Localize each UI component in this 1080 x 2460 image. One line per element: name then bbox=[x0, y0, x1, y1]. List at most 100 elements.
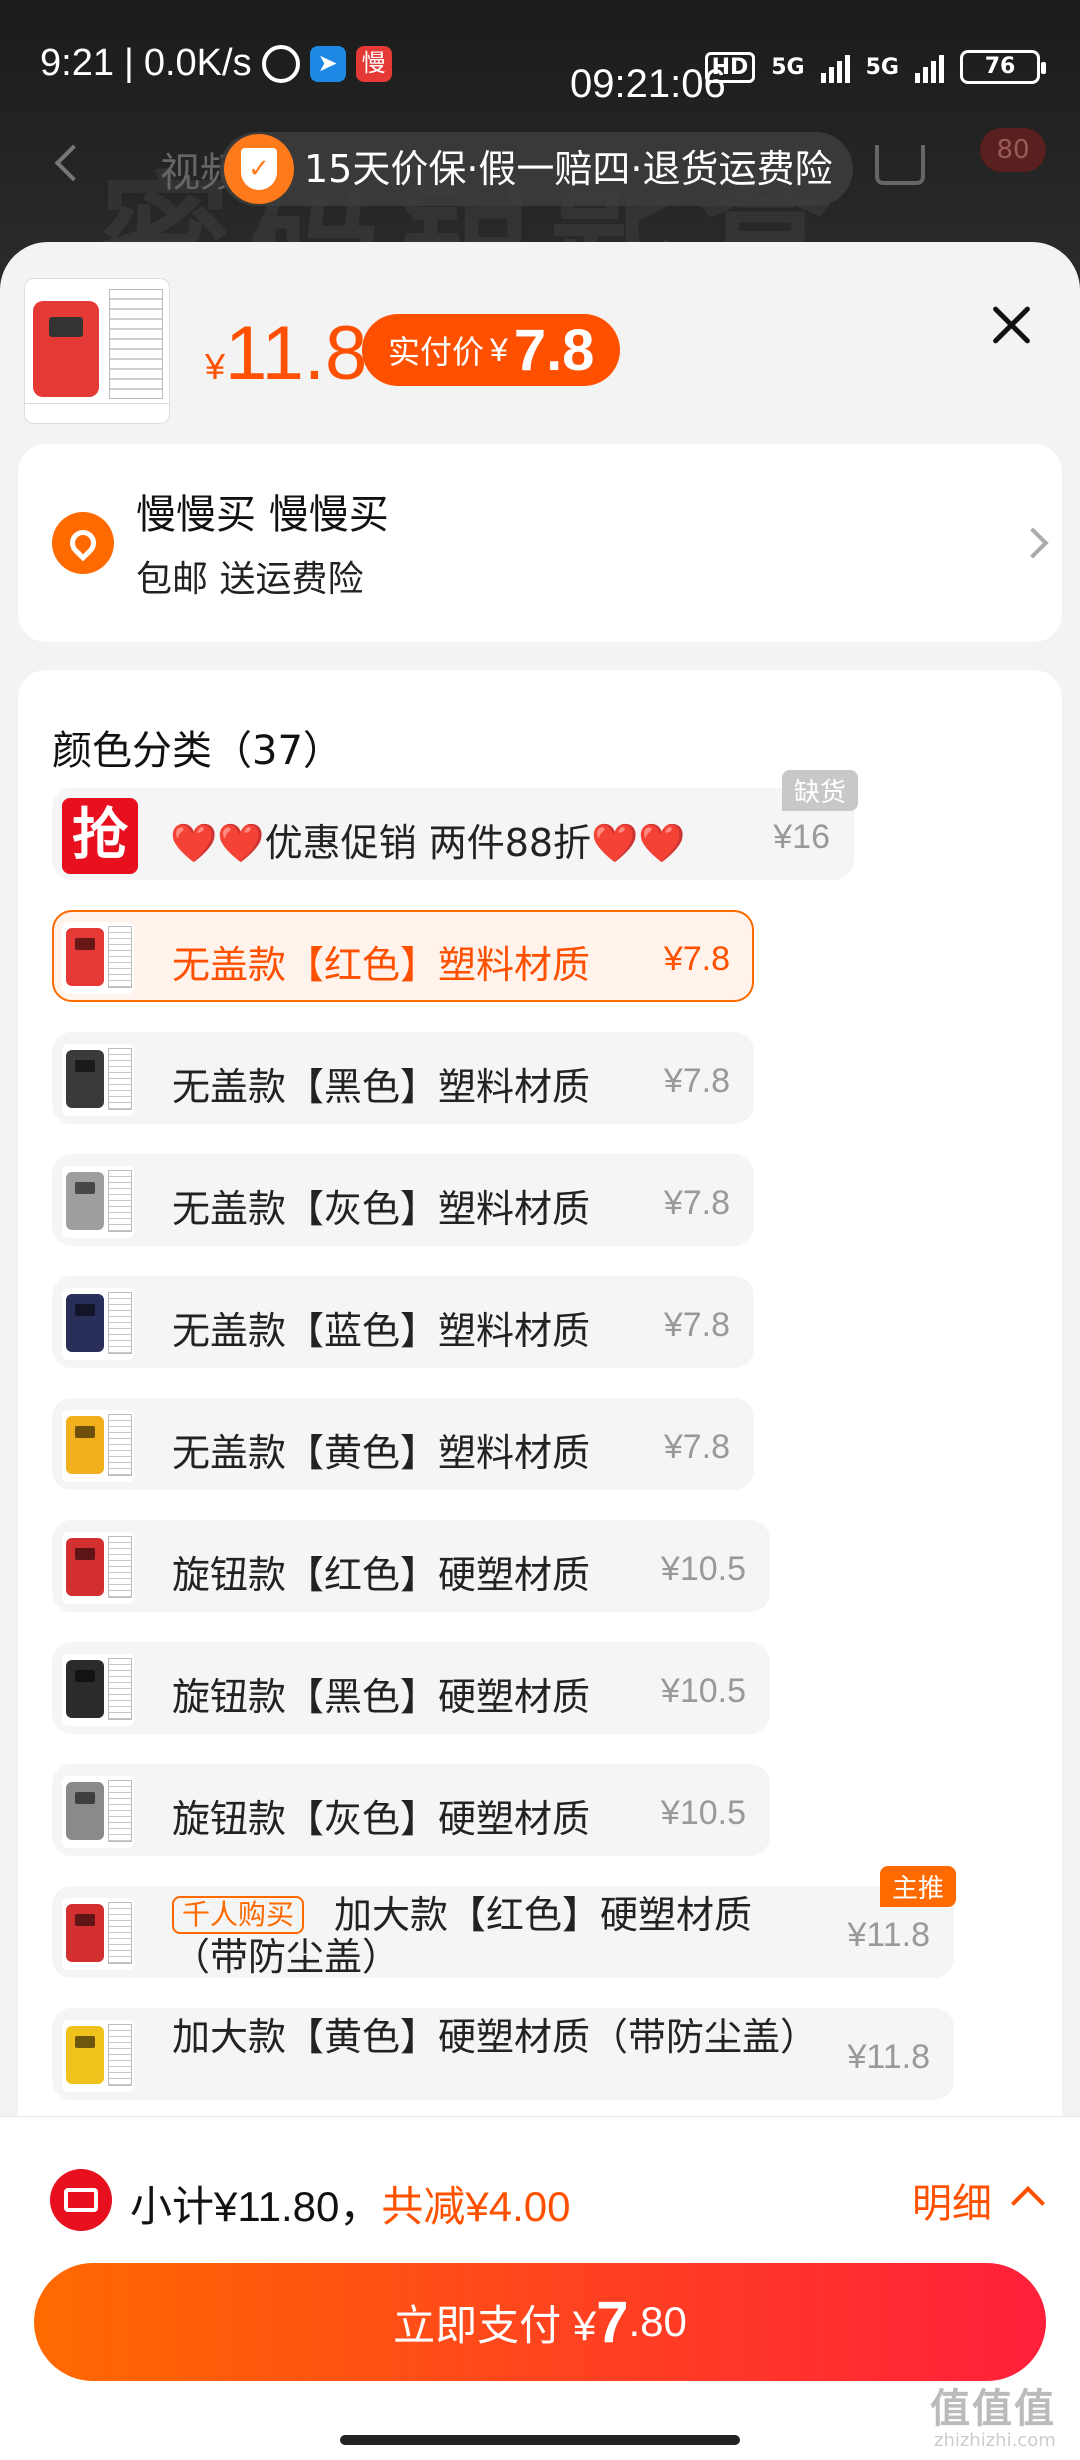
discount-amount: 共减¥4.00 bbox=[381, 2183, 571, 2230]
sku-option-6[interactable]: 旋钮款【红色】硬塑材质 ¥10.5 bbox=[52, 1520, 770, 1612]
sku-option-price: ¥16 bbox=[773, 818, 830, 856]
chevron-right-icon bbox=[1017, 527, 1049, 559]
product-price: ¥11.8 bbox=[205, 310, 367, 397]
sku-section-title: 颜色分类（37） bbox=[52, 728, 343, 774]
product-thumbnail[interactable] bbox=[24, 278, 170, 424]
cart-icon bbox=[875, 145, 925, 185]
sku-option-price: ¥11.8 bbox=[847, 1916, 930, 1954]
sku-option-price: ¥7.8 bbox=[663, 940, 730, 978]
checkout-bar: 小计¥11.80，共减¥4.00 明细 立即支付 ¥7.80 bbox=[0, 2116, 1080, 2460]
sku-option-label: 旋钮款【黑色】硬塑材质 bbox=[172, 1675, 591, 1719]
status-left: 9:21 | 0.0K/s ➤ 慢 bbox=[40, 42, 392, 85]
sku-option-label: 无盖款【灰色】塑料材质 bbox=[172, 1187, 591, 1231]
sku-option-promo[interactable]: 抢 ❤️❤️优惠促销 两件88折❤️❤️ ¥16 缺货 bbox=[52, 770, 858, 880]
site-watermark-url: zhizhizhi.com bbox=[934, 2430, 1056, 2451]
sku-option-price: ¥10.5 bbox=[660, 1672, 746, 1710]
guarantee-banner: ✓ 15天价保·假一赔四·退货运费险 bbox=[220, 132, 853, 206]
status-time: 9:21 bbox=[40, 42, 114, 84]
sku-option-9[interactable]: 千人购买 加大款【红色】硬塑材质（带防尘盖） ¥11.8 主推 bbox=[52, 1866, 956, 1978]
product-image-box bbox=[33, 301, 99, 397]
site-watermark-logo: 值值值 bbox=[930, 2386, 1056, 2432]
sku-thumbnail bbox=[62, 1532, 134, 1604]
subtotal-text: 小计¥11.80，共减¥4.00 bbox=[130, 2173, 570, 2234]
pay-button-amount-int: 7 bbox=[596, 2289, 629, 2355]
location-icon bbox=[52, 512, 114, 574]
sku-thumbnail bbox=[62, 1166, 134, 1238]
sku-option-label: 旋钮款【灰色】硬塑材质 bbox=[172, 1797, 591, 1841]
coupon-icon bbox=[50, 2169, 112, 2231]
sku-option-5[interactable]: 无盖款【黄色】塑料材质 ¥7.8 bbox=[52, 1398, 754, 1490]
hd-icon: HD bbox=[704, 51, 756, 83]
sku-thumbnail bbox=[62, 1044, 134, 1116]
sku-option-label: ❤️❤️优惠促销 两件88折❤️❤️ bbox=[170, 821, 686, 865]
sku-option-label: 无盖款【黄色】塑料材质 bbox=[172, 1431, 591, 1475]
recommended-badge: 主推 bbox=[879, 1866, 956, 1907]
sku-option-label: 无盖款【红色】塑料材质 bbox=[172, 943, 591, 987]
sku-option-1[interactable]: 无盖款【红色】塑料材质 ¥7.8 bbox=[52, 910, 754, 1002]
battery-icon: 76 bbox=[960, 50, 1046, 84]
sku-option-label: 无盖款【黑色】塑料材质 bbox=[172, 1065, 591, 1109]
price-currency: ¥ bbox=[205, 346, 226, 387]
sku-thumbnail bbox=[62, 1654, 134, 1726]
sku-option-price: ¥10.5 bbox=[660, 1794, 746, 1832]
address-shipping-info: 包邮 送运费险 bbox=[136, 559, 364, 600]
subtotal-amount: 小计¥11.80， bbox=[130, 2183, 382, 2230]
paid-price-currency: ¥ bbox=[490, 331, 508, 368]
chevron-up-icon[interactable] bbox=[1011, 2186, 1045, 2220]
sku-option-price: ¥7.8 bbox=[663, 1428, 730, 1466]
sku-thumbnail bbox=[62, 1288, 134, 1360]
sku-option-label: 加大款【黄色】硬塑材质（带防尘盖） bbox=[172, 2015, 819, 2059]
address-card[interactable]: 慢慢买 慢慢买 包邮 送运费险 bbox=[18, 444, 1062, 642]
shield-check-icon: ✓ bbox=[224, 134, 294, 204]
grab-deal-icon: 抢 bbox=[62, 798, 138, 874]
popular-tag: 千人购买 bbox=[172, 1896, 305, 1934]
product-image-spec bbox=[109, 289, 163, 399]
sku-thumbnail bbox=[62, 922, 134, 994]
status-separator: | bbox=[123, 42, 134, 84]
sku-option-label-block: 千人购买 加大款【红色】硬塑材质（带防尘盖） bbox=[172, 1894, 812, 1978]
sku-option-price: ¥11.8 bbox=[847, 2038, 930, 2076]
sku-thumbnail bbox=[62, 1898, 134, 1970]
status-net-speed: 0.0K/s bbox=[143, 42, 252, 84]
sku-option-2[interactable]: 无盖款【黑色】塑料材质 ¥7.8 bbox=[52, 1032, 754, 1124]
guarantee-text: 15天价保·假一赔四·退货运费险 bbox=[304, 147, 833, 191]
sku-option-3[interactable]: 无盖款【灰色】塑料材质 ¥7.8 bbox=[52, 1154, 754, 1246]
sku-option-7[interactable]: 旋钮款【黑色】硬塑材质 ¥10.5 bbox=[52, 1642, 770, 1734]
sku-option-price: ¥7.8 bbox=[663, 1184, 730, 1222]
address-name: 慢慢买 慢慢买 bbox=[136, 492, 389, 538]
paid-price-label: 实付价 bbox=[388, 334, 485, 370]
sku-thumbnail bbox=[62, 1410, 134, 1482]
out-of-stock-badge: 缺货 bbox=[781, 770, 858, 811]
sku-thumbnail bbox=[62, 1776, 134, 1848]
pay-button-label: 立即支付 ¥ bbox=[393, 2301, 597, 2349]
sku-option-price: ¥10.5 bbox=[660, 1550, 746, 1588]
manmanmai-app-icon: 慢 bbox=[355, 45, 392, 82]
sku-option-price: ¥7.8 bbox=[663, 1306, 730, 1344]
sku-option-8[interactable]: 旋钮款【灰色】硬塑材质 ¥10.5 bbox=[52, 1764, 770, 1856]
status-bar: 9:21 | 0.0K/s ➤ 慢 09:21:06 HD 5G 5G 76 bbox=[0, 0, 1080, 130]
sku-option-label: 无盖款【蓝色】塑料材质 bbox=[172, 1309, 591, 1353]
sku-option-10[interactable]: 加大款【黄色】硬塑材质（带防尘盖） ¥11.8 bbox=[52, 2008, 954, 2100]
sku-option-label: 旋钮款【红色】硬塑材质 bbox=[172, 1553, 591, 1597]
paid-price-value: 7.8 bbox=[513, 317, 595, 383]
signal-icon-2 bbox=[915, 51, 944, 83]
feishu-icon: ➤ bbox=[309, 45, 346, 82]
status-right: HD 5G 5G 76 bbox=[704, 50, 1046, 84]
sku-thumbnail bbox=[62, 2020, 134, 2092]
close-icon[interactable] bbox=[990, 304, 1032, 346]
paid-price-badge: 实付价 ¥ 7.8 bbox=[362, 314, 621, 386]
alarm-icon bbox=[261, 44, 300, 83]
price-value: 11.8 bbox=[225, 311, 368, 396]
product-image-strip bbox=[25, 403, 169, 423]
home-indicator[interactable] bbox=[340, 2435, 740, 2445]
network-type-1: 5G bbox=[771, 54, 805, 80]
price-detail-link[interactable]: 明细 bbox=[912, 2171, 992, 2229]
pay-button-amount-dec: .80 bbox=[628, 2298, 687, 2345]
signal-icon bbox=[820, 51, 850, 83]
pay-now-button[interactable]: 立即支付 ¥7.80 bbox=[34, 2263, 1046, 2381]
sku-option-4[interactable]: 无盖款【蓝色】塑料材质 ¥7.8 bbox=[52, 1276, 754, 1368]
network-type-2: 5G bbox=[865, 54, 899, 80]
sku-option-price: ¥7.8 bbox=[663, 1062, 730, 1100]
cart-count-badge: 80 bbox=[980, 128, 1046, 172]
status-center-time: 09:21:06 bbox=[570, 62, 726, 106]
